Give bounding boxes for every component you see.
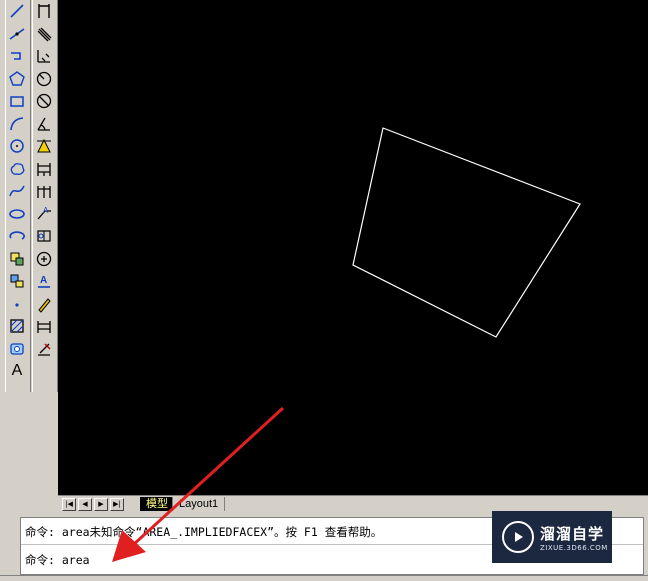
tolerance-button[interactable] — [33, 225, 55, 248]
dim-edit-icon: A — [38, 275, 50, 289]
svg-text:A: A — [43, 206, 49, 215]
quick-leader-button[interactable]: A — [33, 203, 55, 226]
polygon-icon — [9, 70, 25, 86]
line-icon — [10, 4, 24, 18]
rectangle-button[interactable] — [6, 90, 28, 113]
make-block-button[interactable] — [6, 270, 28, 293]
insert-block-icon — [10, 252, 24, 266]
quadrilateral-shape[interactable] — [352, 127, 581, 338]
polygon-button[interactable] — [6, 68, 28, 91]
multiline-text-icon: A — [11, 362, 23, 380]
spline-icon — [9, 185, 25, 197]
hatch-button[interactable] — [6, 315, 28, 338]
region-icon — [10, 343, 24, 355]
first-tab-button[interactable]: |◀ — [62, 498, 76, 511]
prev-tab-button[interactable]: ◀ — [78, 498, 92, 511]
xline-button[interactable] — [6, 23, 28, 46]
dim-aligned-button[interactable] — [33, 23, 55, 46]
ellipse-button[interactable] — [6, 203, 28, 226]
revcloud-button[interactable] — [6, 158, 28, 181]
hatch-icon — [10, 319, 24, 333]
dim-diameter-button[interactable] — [33, 90, 55, 113]
dim-text-edit-icon — [38, 298, 51, 313]
tolerance-icon — [37, 230, 51, 242]
region-button[interactable] — [6, 338, 28, 361]
status-bar — [0, 575, 648, 581]
dim-ordinate-button[interactable] — [33, 45, 55, 68]
polyline-button[interactable] — [6, 45, 28, 68]
next-tab-button[interactable]: ▶ — [94, 498, 108, 511]
dim-angular-button[interactable] — [33, 113, 55, 136]
point-button[interactable] — [6, 293, 28, 316]
polyline-icon — [11, 52, 21, 61]
dim-edit-button[interactable]: A — [33, 270, 55, 293]
last-tab-button[interactable]: ▶| — [110, 498, 124, 511]
dim-diameter-icon — [36, 94, 52, 109]
dim-aligned-icon — [37, 27, 52, 42]
quick-dim-button[interactable] — [33, 135, 55, 158]
dim-continue-icon — [37, 186, 51, 199]
dim-style-button[interactable] — [33, 338, 55, 361]
quick-leader-icon: A — [37, 206, 51, 220]
xline-icon — [9, 28, 25, 40]
dim-baseline-button[interactable] — [33, 158, 55, 181]
ellipse-arc-icon — [9, 231, 25, 240]
left-gutter — [5, 392, 58, 510]
dim-baseline-icon — [37, 162, 51, 176]
point-icon — [15, 303, 19, 307]
dim-radius-button[interactable] — [33, 68, 55, 91]
dimension-toolbar: AA — [32, 0, 58, 392]
command-input-line[interactable]: 命令: area — [25, 552, 90, 568]
watermark: 溜溜自学 ZIXUE.3D66.COM — [492, 511, 612, 563]
quick-dim-icon — [37, 139, 51, 153]
dim-update-button[interactable] — [33, 315, 55, 338]
tab-layout1[interactable]: Layout1 — [172, 497, 226, 512]
center-mark-icon — [36, 251, 52, 266]
command-history-line: 命令: area未知命令“AREA_.IMPLIEDFACEX”。按 F1 查看… — [25, 525, 383, 539]
rectangle-icon — [10, 96, 24, 107]
arc-icon — [10, 116, 24, 130]
layout-tab-bar: |◀ ◀ ▶ ▶| 模型 Layout1 — [58, 495, 648, 512]
make-block-icon — [10, 274, 24, 288]
dim-linear-button[interactable] — [33, 0, 55, 23]
draw-toolbar: A — [5, 0, 31, 392]
revcloud-icon — [10, 162, 25, 175]
watermark-brand: 溜溜自学 — [540, 524, 605, 543]
center-mark-button[interactable] — [33, 248, 55, 271]
dim-text-edit-button[interactable] — [33, 293, 55, 316]
arc-button[interactable] — [6, 113, 28, 136]
spline-button[interactable] — [6, 180, 28, 203]
svg-text:A: A — [40, 275, 47, 286]
circle-icon — [10, 139, 24, 153]
tab-model[interactable]: 模型 — [140, 497, 174, 511]
insert-block-button[interactable] — [6, 248, 28, 271]
ellipse-arc-button[interactable] — [6, 225, 28, 248]
line-button[interactable] — [6, 0, 28, 23]
circle-button[interactable] — [6, 135, 28, 158]
dim-ordinate-icon — [37, 50, 50, 63]
multiline-text-button[interactable]: A — [6, 360, 28, 383]
drawing-svg — [352, 127, 581, 338]
dim-linear-icon — [38, 4, 50, 19]
dim-style-icon — [38, 343, 51, 356]
dim-update-icon — [37, 321, 51, 334]
dim-radius-icon — [36, 71, 52, 86]
play-logo-icon — [502, 521, 534, 553]
dim-continue-button[interactable] — [33, 180, 55, 203]
watermark-url: ZIXUE.3D66.COM — [540, 543, 608, 552]
ellipse-icon — [9, 208, 25, 219]
dim-angular-icon — [37, 117, 50, 131]
drawing-canvas[interactable] — [58, 0, 648, 495]
